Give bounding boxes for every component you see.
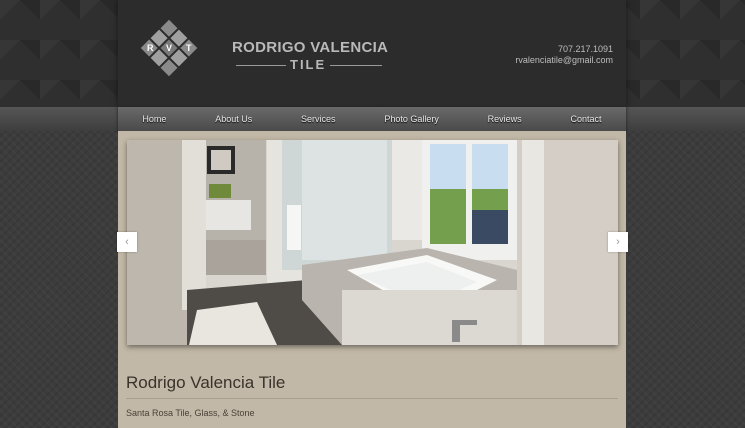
main-nav: Home About Us Services Photo Gallery Rev… (118, 107, 626, 131)
brand-divider-right (330, 65, 382, 66)
nav-item-contact[interactable]: Contact (570, 114, 601, 124)
header-phone[interactable]: 707.217.1091 (558, 44, 613, 54)
chevron-right-icon: › (616, 236, 620, 248)
slider-prev-button[interactable]: ‹ (117, 232, 137, 252)
nav-item-about-us[interactable]: About Us (215, 114, 252, 124)
brand-subtitle[interactable]: TILE (290, 57, 326, 72)
slider-next-button[interactable]: › (608, 232, 628, 252)
rvt-logo[interactable]: R V T (135, 14, 203, 82)
page-tagline: Santa Rosa Tile, Glass, & Stone (126, 408, 255, 418)
logo-letter-t: T (186, 43, 192, 53)
logo-letter-r: R (147, 43, 154, 53)
nav-item-reviews[interactable]: Reviews (488, 114, 522, 124)
nav-item-photo-gallery[interactable]: Photo Gallery (384, 114, 439, 124)
logo-letter-v: V (166, 43, 172, 53)
nav-item-services[interactable]: Services (301, 114, 336, 124)
title-divider (126, 398, 618, 399)
brand-divider-left (236, 65, 286, 66)
nav-item-home[interactable]: Home (142, 114, 166, 124)
header-email[interactable]: rvalenciatile@gmail.com (515, 55, 613, 65)
hero-slide-image (127, 140, 618, 345)
brand-name[interactable]: RODRIGO VALENCIA (232, 39, 388, 56)
page-title: Rodrigo Valencia Tile (126, 373, 286, 392)
chevron-left-icon: ‹ (125, 236, 129, 248)
